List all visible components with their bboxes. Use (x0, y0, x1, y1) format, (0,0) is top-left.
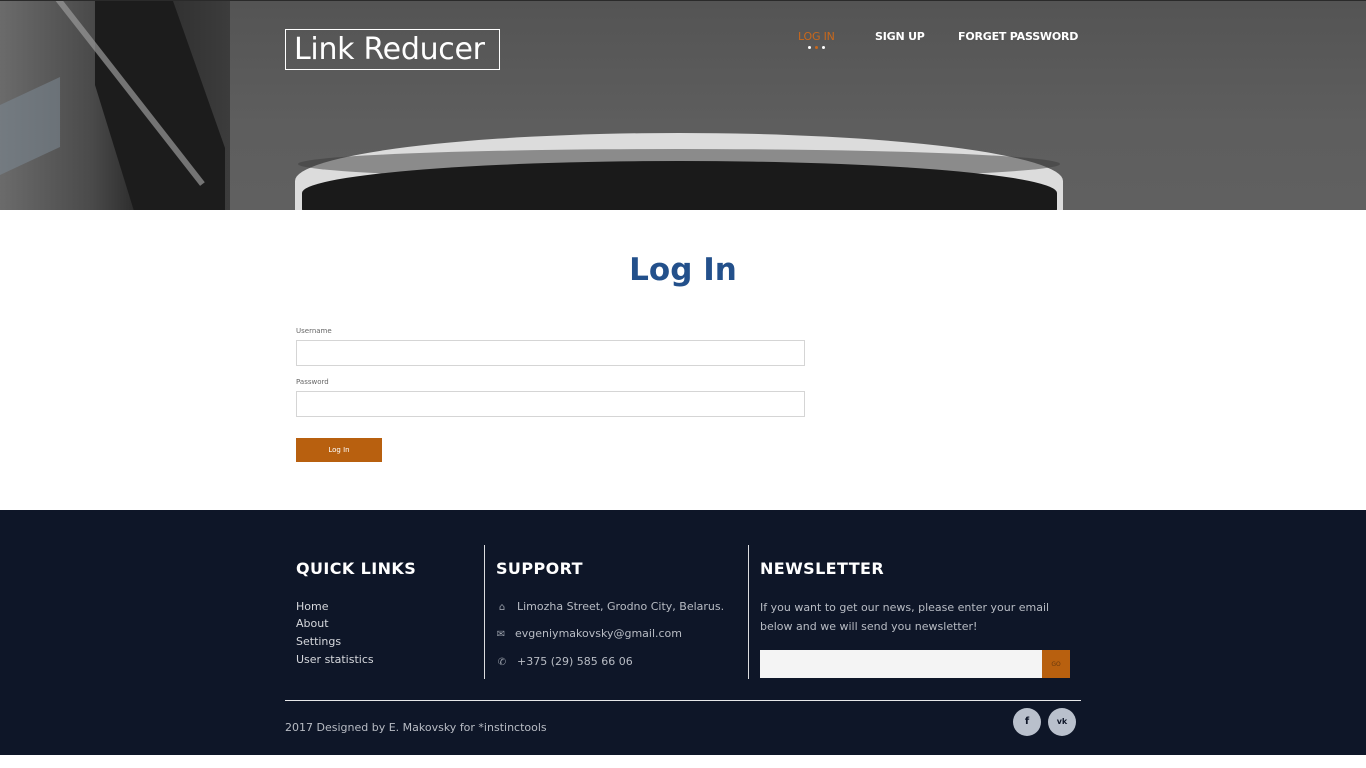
nav-forget-password[interactable]: FORGET PASSWORD (958, 30, 1078, 50)
support-address: ⌂ Limozha Street, Grodno City, Belarus. (496, 600, 724, 613)
vk-icon[interactable]: vk (1048, 708, 1076, 736)
username-label: Username (296, 327, 332, 335)
hero-building-image (0, 1, 230, 210)
footer-rule (285, 700, 1081, 701)
header-hero (0, 0, 1366, 210)
password-label: Password (296, 378, 329, 386)
nav-signup[interactable]: SIGN UP (875, 30, 925, 50)
footer-link-user-statistics[interactable]: User statistics (296, 653, 374, 666)
phone-icon: ✆ (497, 657, 507, 668)
newsletter-email-input[interactable] (760, 650, 1042, 678)
footer-divider (748, 545, 749, 679)
footer-link-settings[interactable]: Settings (296, 635, 341, 648)
address-text: Limozha Street, Grodno City, Belarus. (517, 600, 725, 613)
password-input[interactable] (296, 391, 805, 417)
support-phone: ✆ +375 (29) 585 66 06 (496, 655, 633, 668)
site-logo[interactable]: Link Reducer (285, 29, 500, 70)
newsletter-description: If you want to get our news, please ente… (760, 601, 1050, 633)
footer: QUICK LINKS Home About Settings User sta… (0, 510, 1366, 755)
home-icon: ⌂ (498, 602, 506, 613)
active-nav-indicator (808, 46, 826, 50)
support-heading: SUPPORT (496, 559, 583, 578)
footer-divider (484, 545, 485, 679)
envelope-icon: ✉ (496, 629, 506, 640)
login-button[interactable]: Log In (296, 438, 382, 462)
quick-links-heading: QUICK LINKS (296, 559, 417, 578)
copyright-text: 2017 Designed by E. Makovsky for *instin… (285, 721, 547, 734)
newsletter-heading: NEWSLETTER (760, 559, 885, 578)
phone-text: +375 (29) 585 66 06 (517, 655, 633, 668)
newsletter-go-button[interactable]: GO (1042, 650, 1070, 678)
email-text[interactable]: evgeniymakovsky@gmail.com (515, 627, 682, 640)
footer-link-about[interactable]: About (296, 617, 329, 630)
facebook-icon[interactable]: f (1013, 708, 1041, 736)
page-title: Log In (629, 252, 737, 288)
footer-link-home[interactable]: Home (296, 600, 328, 613)
username-input[interactable] (296, 340, 805, 366)
support-email: ✉ evgeniymakovsky@gmail.com (496, 627, 682, 640)
